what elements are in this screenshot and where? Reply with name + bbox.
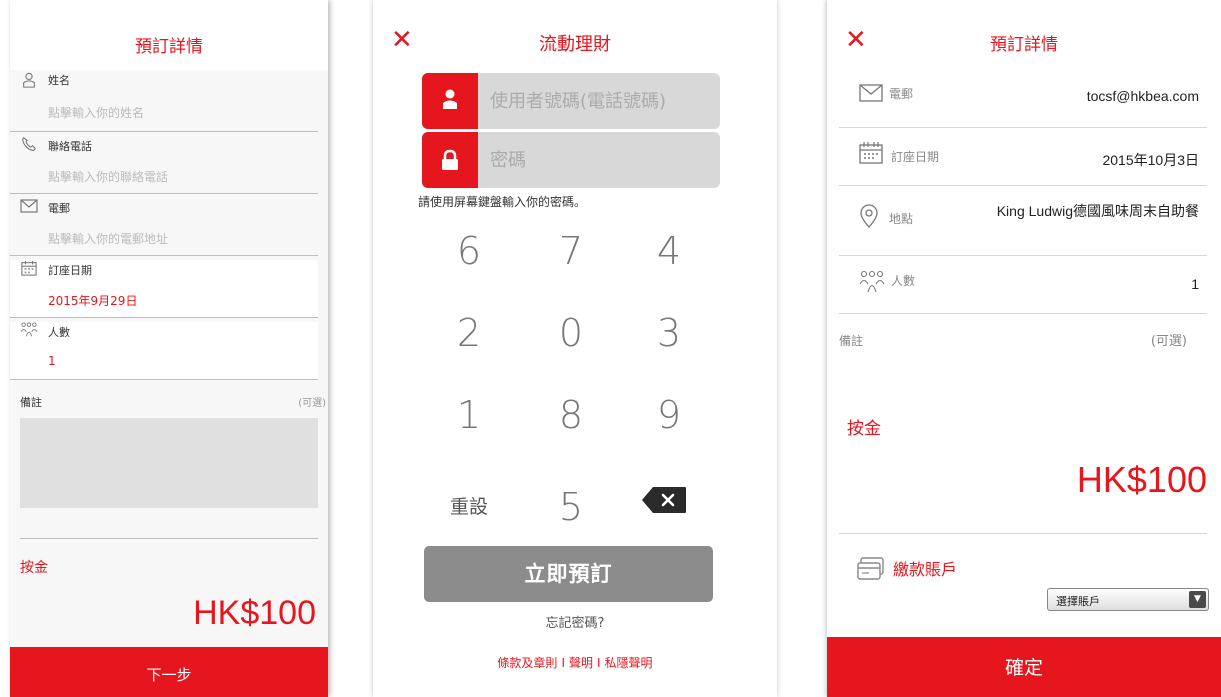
account-select[interactable]: 選擇賬戶 ▼ bbox=[1047, 588, 1209, 611]
remark-optional-label: (可選) bbox=[298, 398, 326, 409]
people-icon bbox=[20, 322, 38, 337]
people-value: 1 bbox=[1191, 276, 1199, 292]
name-placeholder: 點擊輸入你的姓名 bbox=[48, 106, 145, 120]
people-label: 人數 bbox=[48, 326, 70, 339]
phone-placeholder: 點擊輸入你的聯絡電話 bbox=[48, 170, 169, 184]
key-7[interactable]: 7 bbox=[521, 216, 621, 286]
date-value: 2015年9月29日 bbox=[48, 294, 138, 308]
phone-field[interactable]: 聯絡電話 點擊輸入你的聯絡電話 bbox=[10, 136, 318, 194]
location-icon bbox=[860, 204, 878, 228]
email-label: 電郵 bbox=[889, 87, 914, 101]
key-9[interactable]: 9 bbox=[619, 380, 719, 450]
calendar-icon bbox=[21, 260, 37, 276]
phone-label: 聯絡電話 bbox=[48, 140, 92, 153]
date-label: 訂座日期 bbox=[891, 150, 940, 164]
email-field[interactable]: 電郵 點擊輸入你的電郵地址 bbox=[10, 198, 318, 256]
password-field[interactable] bbox=[422, 132, 720, 188]
deposit-label: 按金 bbox=[20, 560, 48, 576]
date-field[interactable]: 訂座日期 2015年9月29日 bbox=[10, 260, 318, 318]
page-title: 預訂詳情 bbox=[990, 35, 1058, 55]
location-row: 地點 King Ludwig德國風味周末自助餐 bbox=[839, 186, 1207, 256]
people-label: 人數 bbox=[891, 274, 916, 288]
payment-account-label: 繳款賬戶 bbox=[893, 560, 958, 579]
page-title: 預訂詳情 bbox=[135, 37, 203, 57]
people-row: 人數 1 bbox=[839, 256, 1207, 314]
privacy-link[interactable]: 私隱聲明 bbox=[605, 656, 653, 670]
password-input[interactable] bbox=[490, 132, 714, 188]
reset-key[interactable]: 重設 bbox=[419, 472, 519, 542]
header: 預訂詳情 bbox=[10, 0, 328, 70]
next-button[interactable]: 下一步 bbox=[10, 647, 328, 697]
keypad-hint: 請使用屏幕鍵盤輸入你的密碼。 bbox=[418, 195, 587, 209]
name-label: 姓名 bbox=[48, 74, 70, 87]
date-value: 2015年10月3日 bbox=[1102, 152, 1199, 168]
link-separator: I bbox=[597, 656, 601, 670]
user-icon bbox=[23, 72, 35, 88]
mobile-banking-login-screen: ✕ 流動理財 請使用屏幕鍵盤輸入你的密碼。 6 7 4 2 0 3 1 8 9 … bbox=[373, 0, 777, 697]
account-select-value: 選擇賬戶 bbox=[1056, 595, 1100, 608]
remark-label: 備註 bbox=[20, 396, 42, 409]
deposit-label: 按金 bbox=[847, 419, 881, 439]
deposit-amount: HK$100 bbox=[193, 594, 316, 632]
mail-icon bbox=[20, 199, 38, 213]
key-4[interactable]: 4 bbox=[619, 216, 719, 286]
link-separator: I bbox=[561, 656, 565, 670]
username-field[interactable] bbox=[422, 73, 720, 129]
disclaimer-link[interactable]: 聲明 bbox=[569, 656, 593, 670]
mail-icon bbox=[859, 84, 883, 102]
remark-textarea[interactable] bbox=[20, 418, 318, 508]
username-input[interactable] bbox=[490, 73, 714, 129]
remark-label: 備註 bbox=[839, 334, 864, 348]
phone-icon bbox=[22, 137, 36, 151]
email-row: 電郵 tocsf@hkbea.com bbox=[839, 70, 1207, 128]
terms-link[interactable]: 條款及章則 bbox=[497, 656, 557, 670]
divider bbox=[20, 538, 318, 539]
email-label: 電郵 bbox=[48, 202, 70, 215]
booking-form: 姓名 點擊輸入你的姓名 聯絡電話 點擊輸入你的聯絡電話 電郵 點擊輸入你的電郵地… bbox=[10, 70, 328, 660]
key-6[interactable]: 6 bbox=[419, 216, 519, 286]
location-value: King Ludwig德國風味周末自助餐 bbox=[996, 203, 1199, 219]
people-value: 1 bbox=[48, 354, 56, 368]
deposit-amount: HK$100 bbox=[1076, 459, 1207, 500]
booking-details-screen: 預訂詳情 姓名 點擊輸入你的姓名 聯絡電話 點擊輸入你的聯絡電話 電郵 點擊輸入… bbox=[10, 0, 328, 697]
booking-confirmation-screen: ✕ 預訂詳情 電郵 tocsf@hkbea.com 訂座日期 2015年10月3… bbox=[827, 0, 1221, 697]
key-8[interactable]: 8 bbox=[521, 380, 621, 450]
confirm-button[interactable]: 確定 bbox=[827, 637, 1221, 697]
key-5[interactable]: 5 bbox=[521, 472, 621, 542]
chevron-down-icon: ▼ bbox=[1189, 591, 1206, 608]
date-label: 訂座日期 bbox=[48, 264, 92, 277]
name-field[interactable]: 姓名 點擊輸入你的姓名 bbox=[10, 70, 318, 132]
key-2[interactable]: 2 bbox=[419, 298, 519, 368]
forgot-password-link[interactable]: 忘記密碼? bbox=[373, 612, 777, 631]
people-icon bbox=[859, 270, 885, 293]
date-row: 訂座日期 2015年10月3日 bbox=[839, 128, 1207, 186]
email-value: tocsf@hkbea.com bbox=[1086, 88, 1199, 104]
backspace-icon[interactable] bbox=[641, 486, 687, 514]
key-0[interactable]: 0 bbox=[521, 298, 621, 368]
location-label: 地點 bbox=[889, 212, 914, 226]
page-title: 流動理財 bbox=[539, 34, 611, 55]
divider bbox=[839, 533, 1207, 534]
footer-links: 條款及章則 I 聲明 I 私隱聲明 bbox=[373, 654, 777, 671]
remark-optional-label[interactable]: (可選) bbox=[1151, 330, 1187, 349]
people-field[interactable]: 人數 1 bbox=[10, 322, 318, 380]
lock-icon bbox=[422, 132, 478, 188]
calendar-icon bbox=[859, 142, 883, 164]
key-1[interactable]: 1 bbox=[419, 380, 519, 450]
user-icon bbox=[422, 73, 478, 129]
key-3[interactable]: 3 bbox=[619, 298, 719, 368]
book-now-button[interactable]: 立即預訂 bbox=[424, 546, 713, 602]
email-placeholder: 點擊輸入你的電郵地址 bbox=[48, 232, 169, 246]
wallet-icon bbox=[857, 557, 884, 580]
